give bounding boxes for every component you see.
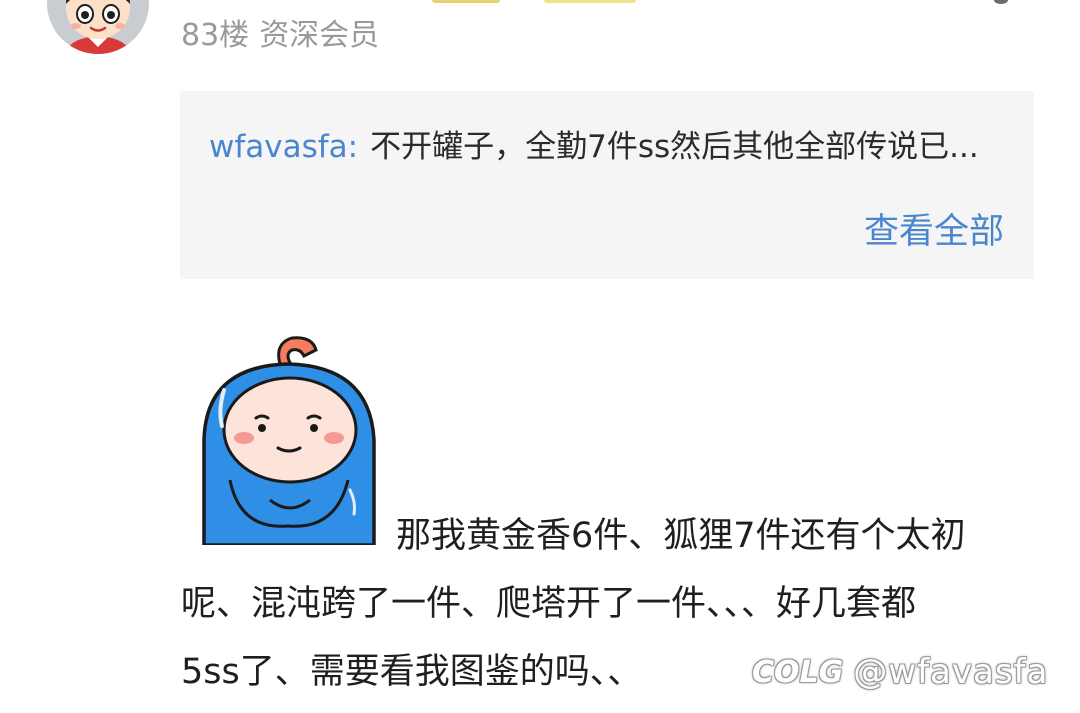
top-badge-yellow xyxy=(544,0,636,3)
watermark: COLG @wfavasfa xyxy=(752,649,1048,695)
post-page: 83楼 资深会员 wfavasfa: 不开罐子，全勤7件ss然后其他全部传说已...… xyxy=(0,0,1080,713)
member-level: 资深会员 xyxy=(259,18,380,53)
post-meta: 83楼 资深会员 xyxy=(181,16,379,56)
more-dots-icon[interactable] xyxy=(994,0,1008,4)
top-badge-gold xyxy=(432,0,500,3)
reply-preview-box[interactable]: wfavasfa: 不开罐子，全勤7件ss然后其他全部传说已... 查看全部 xyxy=(180,91,1034,279)
post-body-line-2: 呢、混沌跨了一件、爬塔开了一件、、、好几套都 xyxy=(181,584,917,624)
cartoon-boy-avatar-icon xyxy=(47,0,149,54)
floor-number: 83楼 xyxy=(181,18,250,53)
avatar[interactable] xyxy=(47,0,149,54)
post-body-line-1: 那我黄金香6件、狐狸7件还有个太初 xyxy=(396,516,966,556)
reply-preview-line: wfavasfa: 不开罐子，全勤7件ss然后其他全部传说已... xyxy=(209,127,1009,167)
reply-colon: : xyxy=(347,129,359,165)
colg-logo: COLG xyxy=(752,654,844,690)
reply-username[interactable]: wfavasfa xyxy=(209,129,348,165)
watermark-handle: @wfavasfa xyxy=(853,652,1049,692)
view-all-link[interactable]: 查看全部 xyxy=(864,210,1004,254)
reply-text: 不开罐子，全勤7件ss然后其他全部传说已... xyxy=(370,129,979,165)
